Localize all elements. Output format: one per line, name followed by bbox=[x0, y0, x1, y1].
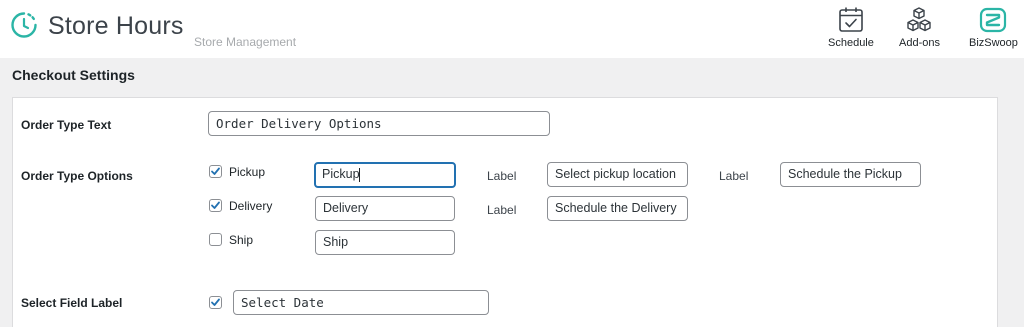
order-type-text-input[interactable]: Order Delivery Options bbox=[208, 111, 550, 136]
top-header: Store Hours Store Management Schedule Ad… bbox=[0, 0, 1024, 58]
delivery-option-label: Delivery bbox=[229, 199, 273, 213]
nav-label-bizswoop: BizSwoop bbox=[969, 37, 1018, 49]
ship-option-label: Ship bbox=[229, 233, 254, 247]
pickup-schedule-label-input[interactable]: Schedule the Pickup bbox=[780, 162, 921, 187]
checkmark-icon bbox=[211, 167, 220, 175]
delivery-name-input[interactable]: Delivery bbox=[315, 196, 455, 221]
checkmark-icon bbox=[211, 201, 220, 209]
pickup-checkbox[interactable] bbox=[209, 165, 222, 178]
app-subtitle: Store Management bbox=[194, 35, 297, 49]
pickup-name-value: Pickup bbox=[322, 167, 360, 181]
cubes-icon bbox=[907, 7, 932, 32]
nav-add-ons[interactable]: Add-ons bbox=[899, 6, 940, 49]
section-title: Checkout Settings bbox=[12, 67, 135, 83]
order-type-text-label: Order Type Text bbox=[21, 118, 112, 132]
ship-name-input[interactable]: Ship bbox=[315, 230, 455, 255]
order-type-options-label: Order Type Options bbox=[21, 169, 133, 183]
nav-label-add-ons: Add-ons bbox=[899, 37, 940, 49]
pickup-label-1: Label bbox=[487, 169, 517, 183]
bizswoop-logo-icon bbox=[980, 7, 1007, 33]
ship-checkbox[interactable] bbox=[209, 233, 222, 246]
delivery-label-1: Label bbox=[487, 203, 517, 217]
pickup-option-label: Pickup bbox=[229, 165, 266, 179]
delivery-checkbox[interactable] bbox=[209, 199, 222, 212]
nav-label-schedule: Schedule bbox=[828, 37, 874, 49]
text-caret bbox=[358, 167, 360, 182]
pickup-location-label-input[interactable]: Select pickup location bbox=[547, 162, 688, 187]
pickup-label-2: Label bbox=[719, 169, 749, 183]
select-field-label-input[interactable]: Select Date bbox=[233, 290, 489, 315]
select-field-label-label: Select Field Label bbox=[21, 296, 123, 310]
calendar-check-icon bbox=[839, 7, 863, 32]
nav-bizswoop[interactable]: BizSwoop bbox=[969, 6, 1018, 49]
select-field-checkbox[interactable] bbox=[209, 296, 222, 309]
app-title: Store Hours bbox=[48, 12, 184, 40]
checkmark-icon bbox=[211, 298, 220, 306]
delivery-schedule-label-input[interactable]: Schedule the Delivery bbox=[547, 196, 688, 221]
nav-schedule[interactable]: Schedule bbox=[828, 6, 874, 49]
pickup-name-input[interactable]: Pickup bbox=[314, 162, 456, 188]
clock-icon bbox=[11, 12, 37, 38]
